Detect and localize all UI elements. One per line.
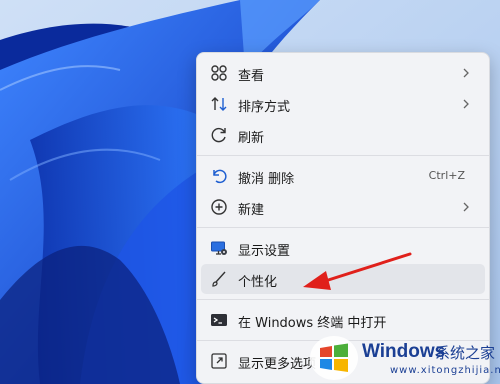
terminal-icon bbox=[211, 314, 227, 326]
menu-item-label: 查看 bbox=[238, 69, 265, 84]
menu-item-label: 新建 bbox=[238, 203, 265, 218]
menu-item-sort-by[interactable]: 排序方式 bbox=[201, 89, 485, 119]
chevron-right-icon bbox=[463, 99, 469, 109]
shortcut-text: Ctrl+Z bbox=[428, 169, 465, 182]
open-more-icon bbox=[211, 353, 227, 369]
menu-separator bbox=[197, 155, 489, 156]
watermark: Windows 系统之家 www.xitongzhijia.net bbox=[304, 326, 500, 384]
menu-item-label: 排序方式 bbox=[238, 100, 291, 115]
watermark-title: Windows bbox=[362, 341, 446, 362]
undo-icon bbox=[213, 169, 227, 184]
windows-logo-icon bbox=[310, 336, 358, 380]
menu-item-display-settings[interactable]: 显示设置 bbox=[201, 233, 485, 263]
menu-item-label: 个性化 bbox=[238, 275, 278, 290]
chevron-right-icon bbox=[463, 68, 469, 78]
watermark-subtitle: 系统之家 bbox=[435, 344, 496, 362]
menu-item-label: 撤消 删除 bbox=[238, 172, 295, 187]
refresh-icon bbox=[211, 127, 226, 143]
menu-item-personalize[interactable]: 个性化 bbox=[201, 264, 485, 294]
menu-item-undo-delete[interactable]: 撤消 删除 Ctrl+Z bbox=[201, 161, 485, 191]
grid-view-icon bbox=[211, 65, 227, 81]
menu-item-view[interactable]: 查看 bbox=[201, 58, 485, 88]
brush-icon bbox=[212, 271, 226, 287]
menu-item-refresh[interactable]: 刷新 bbox=[201, 120, 485, 150]
menu-item-label: 显示设置 bbox=[238, 244, 291, 259]
menu-item-label: 刷新 bbox=[238, 131, 265, 146]
watermark-url: www.xitongzhijia.net bbox=[390, 365, 500, 376]
menu-item-new[interactable]: 新建 bbox=[201, 192, 485, 222]
add-circle-icon bbox=[211, 199, 227, 215]
display-settings-icon bbox=[211, 241, 227, 255]
menu-separator bbox=[197, 299, 489, 300]
chevron-right-icon bbox=[463, 202, 469, 212]
sort-arrows-icon bbox=[211, 97, 227, 111]
menu-separator bbox=[197, 227, 489, 228]
